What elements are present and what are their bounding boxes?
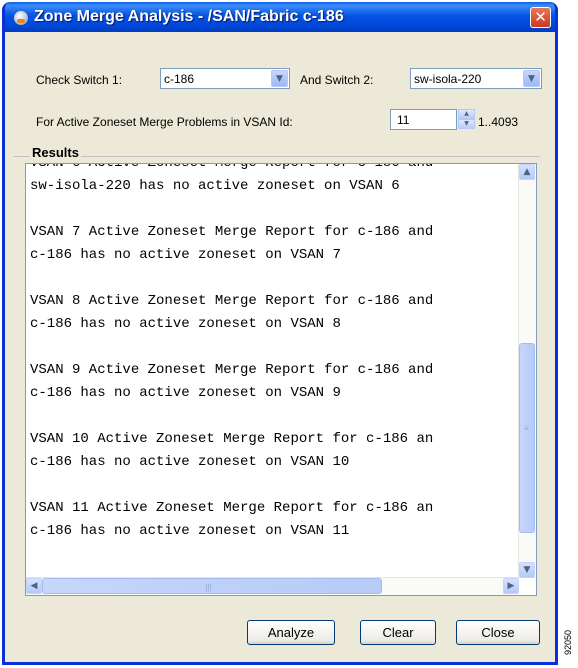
results-text: VSAN 6 Active Zoneset Merge Report for c… bbox=[30, 164, 434, 539]
chevron-down-icon[interactable]: ▼ bbox=[271, 70, 288, 87]
vertical-scroll-thumb[interactable]: ≡ bbox=[519, 343, 535, 534]
switch2-label: And Switch 2: bbox=[300, 73, 374, 87]
vsan-label: For Active Zoneset Merge Problems in VSA… bbox=[36, 115, 293, 129]
results-label: Results bbox=[30, 145, 81, 160]
chevron-down-icon[interactable]: ▼ bbox=[523, 70, 540, 87]
analyze-button[interactable]: Analyze bbox=[247, 620, 335, 645]
scroll-left-icon[interactable]: ◀ bbox=[26, 578, 42, 594]
results-group-border bbox=[14, 156, 540, 157]
app-icon bbox=[14, 11, 28, 25]
spin-up-icon[interactable]: ▲ bbox=[458, 109, 475, 119]
switch1-select[interactable]: c-186 ▼ bbox=[160, 68, 290, 89]
window-title: Zone Merge Analysis - /SAN/Fabric c-186 bbox=[34, 8, 344, 25]
scroll-right-icon[interactable]: ▶ bbox=[503, 578, 519, 594]
switch2-select[interactable]: sw-isola-220 ▼ bbox=[410, 68, 542, 89]
spin-down-icon[interactable]: ▼ bbox=[458, 119, 475, 129]
vsan-range: 1..4093 bbox=[478, 115, 519, 129]
switch2-value: sw-isola-220 bbox=[414, 72, 482, 86]
close-button[interactable]: Close bbox=[456, 620, 540, 645]
switch1-value: c-186 bbox=[164, 72, 195, 86]
switch1-label: Check Switch 1: bbox=[36, 73, 123, 87]
results-text-area[interactable]: VSAN 6 Active Zoneset Merge Report for c… bbox=[28, 164, 522, 579]
vsan-id-input[interactable]: 11 bbox=[390, 109, 457, 130]
grip-icon: ||| bbox=[205, 583, 212, 592]
grip-icon: ≡ bbox=[524, 423, 529, 433]
horizontal-scrollbar[interactable]: ◀ ||| ▶ bbox=[26, 577, 519, 595]
vsan-spinner[interactable]: ▲ ▼ bbox=[458, 109, 475, 130]
vertical-scrollbar[interactable]: ▲ ≡ ▼ bbox=[518, 164, 536, 578]
clear-button[interactable]: Clear bbox=[360, 620, 436, 645]
horizontal-scroll-thumb[interactable]: ||| bbox=[42, 578, 382, 594]
results-panel[interactable]: VSAN 6 Active Zoneset Merge Report for c… bbox=[25, 163, 537, 596]
close-window-button[interactable]: ✕ bbox=[530, 7, 551, 28]
scroll-down-icon[interactable]: ▼ bbox=[519, 562, 535, 578]
title-bar[interactable]: Zone Merge Analysis - /SAN/Fabric c-186 … bbox=[5, 2, 555, 32]
vsan-id-value: 11 bbox=[397, 113, 410, 127]
figure-id: 92050 bbox=[563, 629, 573, 655]
scroll-up-icon[interactable]: ▲ bbox=[519, 164, 535, 180]
